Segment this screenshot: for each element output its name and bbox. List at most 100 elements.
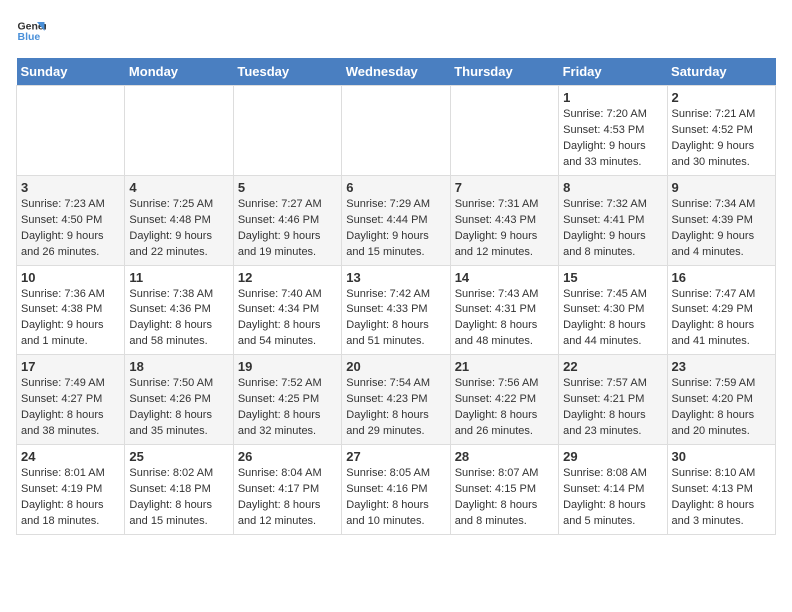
day-number: 29 — [563, 449, 662, 464]
header-cell-saturday: Saturday — [667, 58, 775, 86]
day-number: 18 — [129, 359, 228, 374]
day-number: 26 — [238, 449, 337, 464]
day-number: 28 — [455, 449, 554, 464]
calendar-cell: 3Sunrise: 7:23 AM Sunset: 4:50 PM Daylig… — [17, 175, 125, 265]
day-number: 12 — [238, 270, 337, 285]
day-number: 17 — [21, 359, 120, 374]
day-number: 24 — [21, 449, 120, 464]
day-info: Sunrise: 8:05 AM Sunset: 4:16 PM Dayligh… — [346, 466, 445, 530]
day-info: Sunrise: 8:02 AM Sunset: 4:18 PM Dayligh… — [129, 466, 228, 530]
header-cell-thursday: Thursday — [450, 58, 558, 86]
day-info: Sunrise: 7:27 AM Sunset: 4:46 PM Dayligh… — [238, 197, 337, 261]
day-info: Sunrise: 7:29 AM Sunset: 4:44 PM Dayligh… — [346, 197, 445, 261]
day-number: 10 — [21, 270, 120, 285]
day-number: 13 — [346, 270, 445, 285]
calendar-cell: 10 Sunrise: 7:36 AM Sunset: 4:38 PM Dayli… — [17, 265, 125, 355]
logo-icon: General Blue — [16, 16, 46, 46]
day-info: Sunrise: 7:40 AM Sunset: 4:34 PM Dayligh… — [238, 287, 337, 351]
calendar-cell: 28 Sunrise: 8:07 AM Sunset: 4:15 PM Dayli… — [450, 445, 558, 535]
day-info: Sunrise: 7:47 AM Sunset: 4:29 PM Dayligh… — [672, 287, 771, 351]
calendar-table: SundayMondayTuesdayWednesdayThursdayFrid… — [16, 58, 776, 535]
calendar-cell: 26 Sunrise: 8:04 AM Sunset: 4:17 PM Dayli… — [233, 445, 341, 535]
header-cell-wednesday: Wednesday — [342, 58, 450, 86]
day-number: 25 — [129, 449, 228, 464]
calendar-cell: 21Sunrise: 7:56 AM Sunset: 4:22 PM Dayli… — [450, 355, 558, 445]
day-info: Sunrise: 7:20 AM Sunset: 4:53 PM Dayligh… — [563, 107, 662, 171]
day-number: 4 — [129, 180, 228, 195]
day-info: Sunrise: 8:08 AM Sunset: 4:14 PM Dayligh… — [563, 466, 662, 530]
calendar-cell: 23 Sunrise: 7:59 AM Sunset: 4:20 PM Dayli… — [667, 355, 775, 445]
day-number: 15 — [563, 270, 662, 285]
day-number: 16 — [672, 270, 771, 285]
day-info: Sunrise: 7:45 AM Sunset: 4:30 PM Dayligh… — [563, 287, 662, 351]
calendar-cell: 13 Sunrise: 7:42 AM Sunset: 4:33 PM Dayli… — [342, 265, 450, 355]
day-number: 9 — [672, 180, 771, 195]
calendar-week-5: 24 Sunrise: 8:01 AM Sunset: 4:19 PM Dayli… — [17, 445, 776, 535]
day-info: Sunrise: 8:10 AM Sunset: 4:13 PM Dayligh… — [672, 466, 771, 530]
calendar-cell: 22 Sunrise: 7:57 AM Sunset: 4:21 PM Dayli… — [559, 355, 667, 445]
calendar-cell: 8Sunrise: 7:32 AM Sunset: 4:41 PM Daylig… — [559, 175, 667, 265]
day-number: 27 — [346, 449, 445, 464]
calendar-cell: 27 Sunrise: 8:05 AM Sunset: 4:16 PM Dayli… — [342, 445, 450, 535]
day-info: Sunrise: 7:34 AM Sunset: 4:39 PM Dayligh… — [672, 197, 771, 261]
day-number: 23 — [672, 359, 771, 374]
calendar-week-4: 17 Sunrise: 7:49 AM Sunset: 4:27 PM Dayli… — [17, 355, 776, 445]
day-info: Sunrise: 7:49 AM Sunset: 4:27 PM Dayligh… — [21, 376, 120, 440]
day-info: Sunrise: 8:07 AM Sunset: 4:15 PM Dayligh… — [455, 466, 554, 530]
logo: General Blue — [16, 16, 46, 46]
calendar-cell: 30 Sunrise: 8:10 AM Sunset: 4:13 PM Dayli… — [667, 445, 775, 535]
day-info: Sunrise: 7:31 AM Sunset: 4:43 PM Dayligh… — [455, 197, 554, 261]
day-info: Sunrise: 7:42 AM Sunset: 4:33 PM Dayligh… — [346, 287, 445, 351]
calendar-week-2: 3Sunrise: 7:23 AM Sunset: 4:50 PM Daylig… — [17, 175, 776, 265]
day-info: Sunrise: 7:54 AM Sunset: 4:23 PM Dayligh… — [346, 376, 445, 440]
calendar-cell: 25 Sunrise: 8:02 AM Sunset: 4:18 PM Dayli… — [125, 445, 233, 535]
calendar-cell: 29 Sunrise: 8:08 AM Sunset: 4:14 PM Dayli… — [559, 445, 667, 535]
day-info: Sunrise: 7:52 AM Sunset: 4:25 PM Dayligh… — [238, 376, 337, 440]
day-info: Sunrise: 8:04 AM Sunset: 4:17 PM Dayligh… — [238, 466, 337, 530]
calendar-cell — [17, 86, 125, 176]
day-number: 20 — [346, 359, 445, 374]
calendar-cell — [342, 86, 450, 176]
calendar-cell — [125, 86, 233, 176]
calendar-cell: 1Sunrise: 7:20 AM Sunset: 4:53 PM Daylig… — [559, 86, 667, 176]
calendar-cell: 24 Sunrise: 8:01 AM Sunset: 4:19 PM Dayli… — [17, 445, 125, 535]
day-number: 11 — [129, 270, 228, 285]
calendar-cell: 15 Sunrise: 7:45 AM Sunset: 4:30 PM Dayli… — [559, 265, 667, 355]
day-info: Sunrise: 8:01 AM Sunset: 4:19 PM Dayligh… — [21, 466, 120, 530]
calendar-cell: 19Sunrise: 7:52 AM Sunset: 4:25 PM Dayli… — [233, 355, 341, 445]
calendar-week-1: 1Sunrise: 7:20 AM Sunset: 4:53 PM Daylig… — [17, 86, 776, 176]
day-number: 30 — [672, 449, 771, 464]
day-info: Sunrise: 7:36 AM Sunset: 4:38 PM Dayligh… — [21, 287, 120, 351]
day-info: Sunrise: 7:23 AM Sunset: 4:50 PM Dayligh… — [21, 197, 120, 261]
day-info: Sunrise: 7:21 AM Sunset: 4:52 PM Dayligh… — [672, 107, 771, 171]
calendar-cell: 12 Sunrise: 7:40 AM Sunset: 4:34 PM Dayli… — [233, 265, 341, 355]
calendar-cell: 14Sunrise: 7:43 AM Sunset: 4:31 PM Dayli… — [450, 265, 558, 355]
header-cell-sunday: Sunday — [17, 58, 125, 86]
calendar-cell: 7 Sunrise: 7:31 AM Sunset: 4:43 PM Daylig… — [450, 175, 558, 265]
day-number: 6 — [346, 180, 445, 195]
day-number: 7 — [455, 180, 554, 195]
day-number: 8 — [563, 180, 662, 195]
calendar-cell — [233, 86, 341, 176]
day-info: Sunrise: 7:57 AM Sunset: 4:21 PM Dayligh… — [563, 376, 662, 440]
calendar-cell: 18 Sunrise: 7:50 AM Sunset: 4:26 PM Dayli… — [125, 355, 233, 445]
day-info: Sunrise: 7:59 AM Sunset: 4:20 PM Dayligh… — [672, 376, 771, 440]
day-number: 14 — [455, 270, 554, 285]
calendar-cell: 2 Sunrise: 7:21 AM Sunset: 4:52 PM Daylig… — [667, 86, 775, 176]
svg-text:Blue: Blue — [18, 31, 41, 43]
calendar-cell: 11Sunrise: 7:38 AM Sunset: 4:36 PM Dayli… — [125, 265, 233, 355]
calendar-cell: 6 Sunrise: 7:29 AM Sunset: 4:44 PM Daylig… — [342, 175, 450, 265]
calendar-cell — [450, 86, 558, 176]
day-number: 2 — [672, 90, 771, 105]
day-number: 21 — [455, 359, 554, 374]
day-number: 22 — [563, 359, 662, 374]
day-info: Sunrise: 7:25 AM Sunset: 4:48 PM Dayligh… — [129, 197, 228, 261]
day-info: Sunrise: 7:50 AM Sunset: 4:26 PM Dayligh… — [129, 376, 228, 440]
header-cell-monday: Monday — [125, 58, 233, 86]
header: General Blue — [16, 16, 776, 46]
calendar-cell: 4 Sunrise: 7:25 AM Sunset: 4:48 PM Daylig… — [125, 175, 233, 265]
calendar-header-row: SundayMondayTuesdayWednesdayThursdayFrid… — [17, 58, 776, 86]
calendar-cell: 20 Sunrise: 7:54 AM Sunset: 4:23 PM Dayli… — [342, 355, 450, 445]
calendar-cell: 5Sunrise: 7:27 AM Sunset: 4:46 PM Daylig… — [233, 175, 341, 265]
header-cell-tuesday: Tuesday — [233, 58, 341, 86]
